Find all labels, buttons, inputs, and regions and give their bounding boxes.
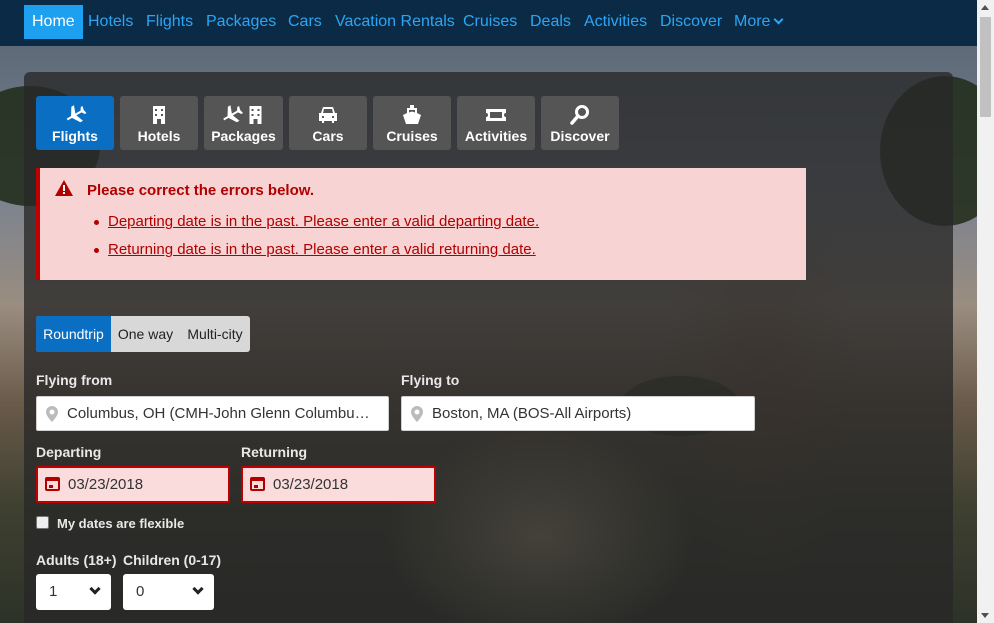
error-title: Please correct the errors below. <box>87 182 315 199</box>
children-select[interactable]: 0 <box>123 574 214 610</box>
returning-label: Returning <box>241 444 308 460</box>
tab-cruises-label: Cruises <box>386 128 438 144</box>
tab-cars-label: Cars <box>312 128 344 144</box>
nav-activities[interactable]: Activities <box>576 5 655 39</box>
airplane-building-icon <box>223 105 262 124</box>
nav-deals[interactable]: Deals <box>522 5 579 39</box>
nav-more[interactable]: More <box>726 5 790 39</box>
tab-activities[interactable]: Activities <box>457 96 535 150</box>
scroll-down-arrow-icon[interactable] <box>981 613 989 618</box>
children-value: 0 <box>136 583 145 600</box>
trip-one-way[interactable]: One way <box>111 316 180 352</box>
error-bullet <box>94 248 99 253</box>
nav-vacation-rentals[interactable]: Vacation Rentals <box>327 5 463 39</box>
map-pin-icon <box>46 406 58 422</box>
scrollbar-thumb[interactable] <box>980 17 991 117</box>
departing-label: Departing <box>36 444 102 460</box>
error-bullet <box>94 220 99 225</box>
tab-packages-label: Packages <box>211 128 276 144</box>
map-pin-icon <box>411 406 423 422</box>
flying-to-value: Boston, MA (BOS-All Airports) <box>432 405 632 422</box>
building-icon <box>153 106 165 124</box>
error-link-returning[interactable]: Returning date is in the past. Please en… <box>108 241 536 258</box>
tab-discover-label: Discover <box>550 128 610 144</box>
nav-packages[interactable]: Packages <box>198 5 284 39</box>
flying-to-field[interactable]: Boston, MA (BOS-All Airports) <box>401 396 755 431</box>
chevron-down-icon <box>774 14 784 25</box>
nav-hotels[interactable]: Hotels <box>80 5 141 39</box>
chevron-down-icon <box>89 583 101 595</box>
nav-cruises[interactable]: Cruises <box>455 5 525 39</box>
calendar-icon <box>250 477 265 491</box>
nav-more-label: More <box>734 13 771 30</box>
tab-hotels-label: Hotels <box>137 128 181 144</box>
top-navigation: Home Hotels Flights Packages Cars Vacati… <box>0 0 977 46</box>
error-message-box: Please correct the errors below. Departi… <box>36 168 806 280</box>
flexible-dates-checkbox[interactable] <box>36 516 49 529</box>
adults-select[interactable]: 1 <box>36 574 111 610</box>
calendar-icon <box>45 477 60 491</box>
search-panel: Flights Hotels Packages Cars Cruises Act… <box>24 72 953 623</box>
ship-icon <box>403 105 421 124</box>
children-label: Children (0-17) <box>123 552 222 568</box>
departing-date-value: 03/23/2018 <box>68 476 144 493</box>
tab-flights-label: Flights <box>52 128 98 144</box>
error-link-departing[interactable]: Departing date is in the past. Please en… <box>108 213 539 230</box>
nav-home[interactable]: Home <box>24 5 83 39</box>
flexible-dates-label: My dates are flexible <box>57 516 185 531</box>
returning-date-field[interactable]: 03/23/2018 <box>241 466 436 503</box>
returning-date-value: 03/23/2018 <box>273 476 349 493</box>
car-icon <box>319 107 337 123</box>
vertical-scrollbar[interactable] <box>977 0 994 623</box>
scroll-up-arrow-icon[interactable] <box>981 5 989 10</box>
nav-cars[interactable]: Cars <box>280 5 330 39</box>
airplane-icon <box>66 105 87 123</box>
nav-discover[interactable]: Discover <box>652 5 730 39</box>
chevron-down-icon <box>192 583 204 595</box>
flying-from-value: Columbus, OH (CMH-John Glenn Columbus In… <box>67 405 377 422</box>
flying-from-label: Flying from <box>36 372 113 388</box>
trip-roundtrip[interactable]: Roundtrip <box>36 316 111 352</box>
ticket-icon <box>486 109 506 121</box>
flying-to-label: Flying to <box>401 372 460 388</box>
departing-date-field[interactable]: 03/23/2018 <box>36 466 230 503</box>
adults-label: Adults (18+) <box>36 552 117 568</box>
tab-packages[interactable]: Packages <box>204 96 283 150</box>
tab-cruises[interactable]: Cruises <box>373 96 451 150</box>
magnifier-icon <box>570 105 589 125</box>
tab-activities-label: Activities <box>464 128 528 144</box>
warning-icon <box>55 180 73 196</box>
trip-multi-city[interactable]: Multi-city <box>180 316 250 352</box>
adults-value: 1 <box>49 583 58 600</box>
tab-hotels[interactable]: Hotels <box>120 96 198 150</box>
tab-cars[interactable]: Cars <box>289 96 367 150</box>
trip-type-toggle: Roundtrip One way Multi-city <box>36 316 250 352</box>
tab-flights[interactable]: Flights <box>36 96 114 150</box>
nav-flights[interactable]: Flights <box>138 5 201 39</box>
tab-discover[interactable]: Discover <box>541 96 619 150</box>
flying-from-field[interactable]: Columbus, OH (CMH-John Glenn Columbus In… <box>36 396 389 431</box>
